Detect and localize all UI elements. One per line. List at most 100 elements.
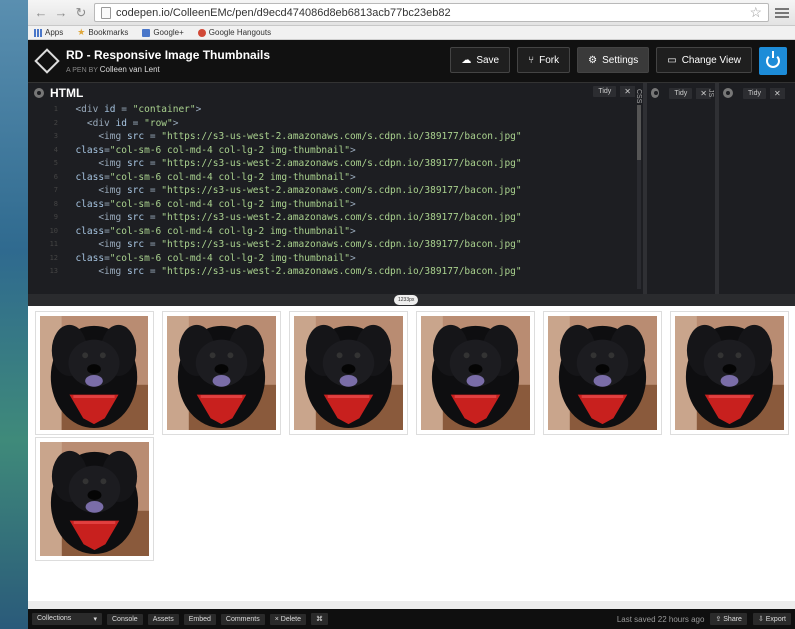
editor-title: HTML xyxy=(50,86,84,100)
preview-width-badge: 1233px xyxy=(394,295,419,305)
code-line: 12 class="col-sm-6 col-md-4 col-lg-2 img… xyxy=(42,252,643,266)
code-text: <img src = "https://s3-us-west-2.amazona… xyxy=(98,131,522,142)
code-text: class="col-sm-6 col-md-4 col-lg-2 img-th… xyxy=(75,144,356,156)
bookmarks-bar: Apps ★ Bookmarks Google+ Google Hangouts xyxy=(28,26,795,40)
image-thumbnail xyxy=(289,311,408,435)
line-number: 4 xyxy=(53,145,58,154)
pen-actions: ☁ Save ⑂ Fork ⚙ Settings ▭ Change View xyxy=(450,47,787,75)
tidy-button[interactable]: Tidy xyxy=(669,87,693,99)
user-menu-button[interactable] xyxy=(759,47,787,75)
close-icon[interactable]: ✕ xyxy=(769,87,785,99)
bookmark-star-icon[interactable]: ☆ xyxy=(749,4,762,21)
delete-button[interactable]: × Delete xyxy=(269,613,307,625)
dog-photo xyxy=(421,316,530,430)
css-label: CSS xyxy=(635,89,642,104)
fork-icon: ⑂ xyxy=(528,54,535,66)
codepen-header: RD - Responsive Image Thumbnails A PEN B… xyxy=(28,40,795,82)
code-text: <img src = "https://s3-us-west-2.amazona… xyxy=(98,266,522,277)
pen-info: RD - Responsive Image Thumbnails A PEN B… xyxy=(66,48,270,74)
address-bar[interactable]: codepen.io/ColleenEMc/pen/d9ecd474086d8e… xyxy=(94,3,769,22)
close-icon[interactable]: ✕ xyxy=(620,86,635,97)
share-button[interactable]: ⇪ Share xyxy=(710,613,747,625)
dog-photo xyxy=(294,316,403,430)
power-icon xyxy=(766,51,780,68)
bookmark-apps[interactable]: Apps xyxy=(34,28,63,37)
pen-title[interactable]: RD - Responsive Image Thumbnails xyxy=(66,48,270,62)
save-button[interactable]: ☁ Save xyxy=(450,47,511,73)
line-number: 6 xyxy=(53,172,58,181)
comments-button[interactable]: Comments xyxy=(220,613,265,625)
code-text: <img src = "https://s3-us-west-2.amazona… xyxy=(98,158,522,169)
line-number: 13 xyxy=(49,267,58,275)
line-number: 1 xyxy=(53,105,58,113)
apps-icon xyxy=(34,28,42,37)
export-button[interactable]: ⇩ Export xyxy=(752,613,791,625)
google-plus-icon xyxy=(142,28,151,37)
scrollbar[interactable] xyxy=(637,105,641,289)
code-line: 5 <img src = "https://s3-us-west-2.amazo… xyxy=(42,157,643,171)
js-editor-header: Tidy ✕ xyxy=(719,83,791,103)
reload-icon[interactable]: ↻ xyxy=(74,5,88,20)
change-view-button[interactable]: ▭ Change View xyxy=(656,47,752,73)
image-thumbnail xyxy=(162,311,281,435)
gear-icon[interactable] xyxy=(34,88,44,98)
assets-button[interactable]: Assets xyxy=(147,613,179,625)
bookmark-bookmarks[interactable]: ★ Bookmarks xyxy=(77,27,128,38)
layout-icon: ▭ xyxy=(667,54,677,66)
back-icon[interactable]: ← xyxy=(34,5,48,20)
dog-photo xyxy=(167,316,276,430)
image-thumbnail xyxy=(35,437,154,561)
bookmark-google-plus[interactable]: Google+ xyxy=(142,28,184,37)
html-editor[interactable]: HTML Tidy ✕ 1 <div id = "container"> 2 <d… xyxy=(28,83,643,294)
code-text: <img src = "https://s3-us-west-2.amazona… xyxy=(98,212,522,223)
code-line: 9 <img src = "https://s3-us-west-2.amazo… xyxy=(42,211,643,225)
browser-window: ← → ↻ codepen.io/ColleenEMc/pen/d9ecd474… xyxy=(28,0,795,629)
css-editor-header: Tidy ✕ xyxy=(647,83,715,103)
page-icon xyxy=(101,6,111,19)
cloud-icon: ☁ xyxy=(461,54,472,66)
menu-icon[interactable] xyxy=(775,7,789,18)
dog-photo xyxy=(40,442,149,556)
line-number: 2 xyxy=(53,118,58,127)
author-link[interactable]: Colleen van Lent xyxy=(100,65,160,74)
bookmark-hangouts[interactable]: Google Hangouts xyxy=(197,28,271,37)
js-label: JS xyxy=(707,89,714,98)
resize-handle[interactable]: 1233px xyxy=(28,294,795,306)
gear-icon: ⚙ xyxy=(588,54,598,66)
code-line: 3 <img src = "https://s3-us-west-2.amazo… xyxy=(42,130,643,144)
preview-pane[interactable] xyxy=(28,306,795,601)
line-number: 8 xyxy=(53,199,58,208)
forward-icon[interactable]: → xyxy=(54,5,68,20)
code-line: 6 class="col-sm-6 col-md-4 col-lg-2 img-… xyxy=(42,171,643,185)
embed-button[interactable]: Embed xyxy=(183,613,216,625)
shortcuts-icon[interactable]: ⌘ xyxy=(311,613,329,625)
css-editor[interactable]: CSS Tidy ✕ xyxy=(635,83,715,294)
codepen-logo-icon[interactable] xyxy=(34,48,60,74)
bookmark-star-icon: ★ xyxy=(77,27,86,37)
js-editor[interactable]: JS Tidy ✕ xyxy=(707,83,791,294)
code-text: class="col-sm-6 col-md-4 col-lg-2 img-th… xyxy=(75,252,356,264)
tidy-button[interactable]: Tidy xyxy=(743,87,766,99)
code-text: <img src = "https://s3-us-west-2.amazona… xyxy=(98,239,522,250)
line-number: 7 xyxy=(53,186,58,194)
browser-toolbar: ← → ↻ codepen.io/ColleenEMc/pen/d9ecd474… xyxy=(28,0,795,26)
code-text: class="col-sm-6 col-md-4 col-lg-2 img-th… xyxy=(75,225,356,237)
hangouts-icon xyxy=(197,28,206,37)
editor-tools: Tidy ✕ xyxy=(593,86,635,97)
url-text: codepen.io/ColleenEMc/pen/d9ecd474086d8e… xyxy=(116,6,451,19)
html-editor-header: HTML Tidy ✕ xyxy=(28,83,643,103)
tidy-button[interactable]: Tidy xyxy=(593,86,617,97)
gear-icon[interactable] xyxy=(651,88,660,98)
gear-icon[interactable] xyxy=(723,88,733,98)
code-line: 13 <img src = "https://s3-us-west-2.amaz… xyxy=(42,265,643,279)
fork-button[interactable]: ⑂ Fork xyxy=(517,47,571,73)
console-button[interactable]: Console xyxy=(107,613,143,625)
settings-button[interactable]: ⚙ Settings xyxy=(577,47,650,73)
bottom-right: Last saved 22 hours ago ⇪ Share ⇩ Export xyxy=(617,613,791,625)
image-thumbnail xyxy=(416,311,535,435)
line-number: 9 xyxy=(53,213,58,221)
collections-dropdown[interactable]: Collections ▾ xyxy=(32,613,102,625)
code-text: class="col-sm-6 col-md-4 col-lg-2 img-th… xyxy=(75,198,356,210)
dog-photo xyxy=(548,316,657,430)
code-area[interactable]: 1 <div id = "container"> 2 <div id = "row… xyxy=(28,103,643,279)
